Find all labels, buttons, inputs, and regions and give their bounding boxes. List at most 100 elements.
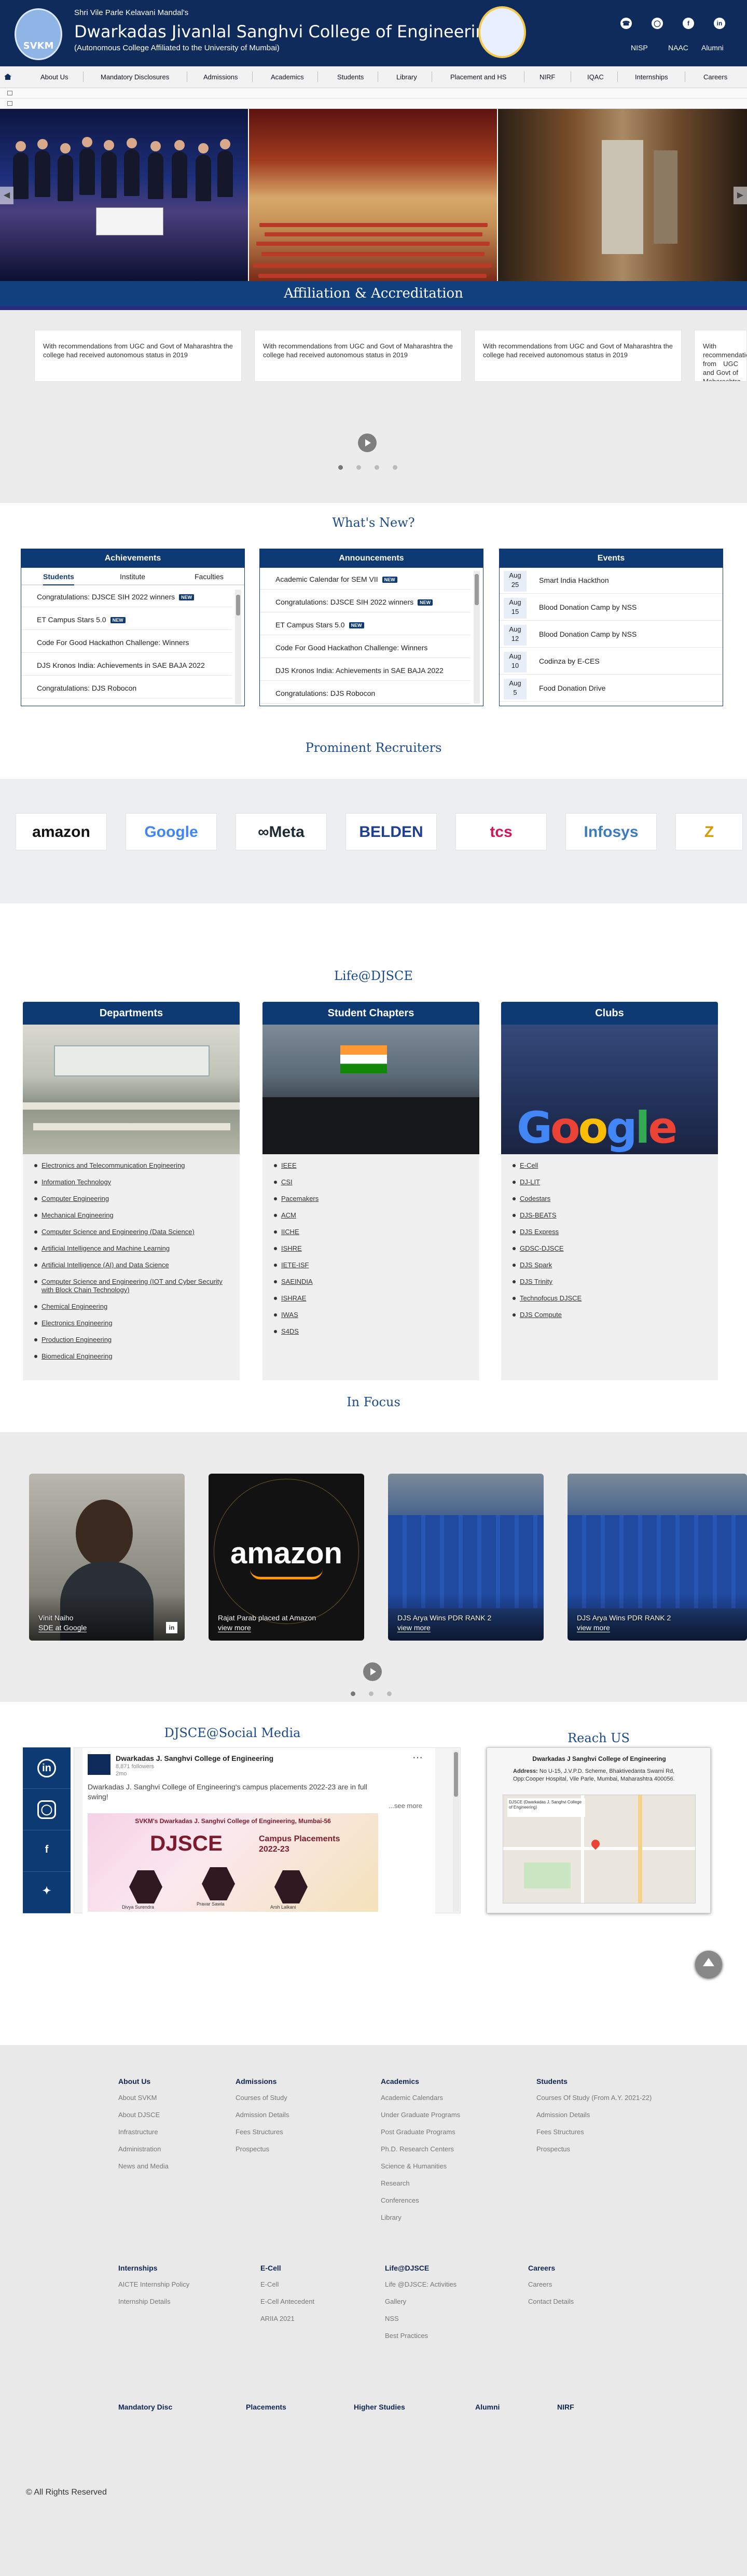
- footer-link[interactable]: Under Graduate Programs: [381, 2111, 460, 2119]
- list-item-link[interactable]: Production Engineering: [34, 1336, 232, 1352]
- carousel-dot[interactable]: [369, 1691, 374, 1696]
- news-item[interactable]: Code For Good Hackathon Challenge: Winne…: [21, 632, 232, 653]
- nav-internships[interactable]: Internships: [635, 73, 668, 81]
- list-item-link[interactable]: ISHRAE: [274, 1294, 472, 1311]
- carousel-dot[interactable]: [351, 1691, 355, 1696]
- list-item-link[interactable]: Electronics and Telecommunication Engine…: [34, 1161, 232, 1178]
- list-item-link[interactable]: Codestars: [513, 1195, 711, 1211]
- affiliation-card[interactable]: With recommendations from UGC and Govt o…: [474, 330, 682, 382]
- footer-bottom-link[interactable]: Placements: [246, 2403, 286, 2411]
- list-item-link[interactable]: IICHE: [274, 1228, 472, 1244]
- facebook-tab[interactable]: f: [23, 1830, 71, 1872]
- focus-card-subtitle[interactable]: view more: [577, 1623, 610, 1632]
- collapse-bar[interactable]: [0, 88, 747, 99]
- nav-admissions[interactable]: Admissions: [203, 73, 238, 81]
- list-item-link[interactable]: Information Technology: [34, 1178, 232, 1195]
- footer-column-title[interactable]: E-Cell: [260, 2264, 281, 2272]
- nav-careers[interactable]: Careers: [703, 73, 727, 81]
- collapse-bar[interactable]: [0, 99, 747, 109]
- collapse-toggle-icon[interactable]: [7, 91, 12, 95]
- footer-link[interactable]: Science & Humanities: [381, 2162, 447, 2170]
- footer-link[interactable]: Contact Details: [528, 2298, 574, 2305]
- list-item-link[interactable]: Technofocus DJSCE: [513, 1294, 711, 1311]
- list-item-link[interactable]: Computer Science and Engineering (Data S…: [34, 1228, 232, 1244]
- embedded-map[interactable]: DJSCE (Dwarkadas J. Sanghvi College of E…: [503, 1795, 696, 1903]
- tab-faculties[interactable]: Faculties: [195, 572, 224, 581]
- list-item-link[interactable]: DJS Trinity: [513, 1278, 711, 1294]
- instagram-icon[interactable]: ◯: [652, 18, 663, 29]
- placement-banner[interactable]: SVKM's Dwarkadas J. Sanghvi College of E…: [88, 1813, 378, 1912]
- scrollbar[interactable]: [235, 590, 241, 705]
- phone-icon[interactable]: ☎: [620, 18, 632, 29]
- news-item[interactable]: Congratulations: DJSCE SIH 2022 winners N…: [260, 592, 471, 612]
- tab-institute[interactable]: Institute: [120, 572, 145, 581]
- nav-placement[interactable]: Placement and HS: [450, 73, 506, 81]
- list-item-link[interactable]: DJS-BEATS: [513, 1211, 711, 1228]
- focus-card-subtitle[interactable]: view more: [397, 1623, 431, 1632]
- footer-link[interactable]: E-Cell: [260, 2280, 279, 2288]
- more-options-icon[interactable]: ⋯: [412, 1751, 423, 1764]
- footer-link[interactable]: Internship Details: [118, 2298, 170, 2305]
- news-item[interactable]: Academic Calendar for SEM VII NEW: [260, 569, 471, 590]
- footer-link[interactable]: Fees Structures: [536, 2128, 584, 2136]
- focus-card[interactable]: DJS Arya Wins PDR RANK 2 view more: [568, 1474, 747, 1641]
- linkedin-icon[interactable]: in: [714, 18, 725, 29]
- recruiter-logo[interactable]: amazon: [16, 813, 107, 850]
- footer-link[interactable]: AICTE Internship Policy: [118, 2280, 189, 2288]
- carousel-dot[interactable]: [393, 465, 397, 470]
- list-item-link[interactable]: Pacemakers: [274, 1195, 472, 1211]
- recruiter-logo[interactable]: Z: [675, 813, 743, 850]
- news-item[interactable]: DJS Kronos India: Achievements in SAE BA…: [260, 660, 471, 681]
- footer-link[interactable]: Courses of Study: [236, 2094, 287, 2102]
- carousel-play-button[interactable]: [363, 1662, 382, 1681]
- nav-mandatory-disclosures[interactable]: Mandatory Disclosures: [101, 73, 169, 81]
- tab-students[interactable]: Students: [43, 572, 74, 585]
- list-item-link[interactable]: DJS Spark: [513, 1261, 711, 1278]
- list-item-link[interactable]: Chemical Engineering: [34, 1303, 232, 1319]
- header-link-naac[interactable]: NAAC: [668, 44, 688, 52]
- list-item-link[interactable]: Artificial Intelligence and Machine Lear…: [34, 1244, 232, 1261]
- linkedin-icon[interactable]: in: [166, 1622, 177, 1633]
- list-item-link[interactable]: Computer Engineering: [34, 1195, 232, 1211]
- header-link-alumni[interactable]: Alumni: [701, 44, 724, 52]
- footer-link[interactable]: About DJSCE: [118, 2111, 160, 2119]
- footer-bottom-link[interactable]: Alumni: [475, 2403, 500, 2411]
- list-item-link[interactable]: Artificial Intelligence (AI) and Data Sc…: [34, 1261, 232, 1278]
- scrollbar[interactable]: [474, 571, 480, 704]
- recruiter-logo[interactable]: Infosys: [565, 813, 657, 850]
- footer-link[interactable]: Academic Calendars: [381, 2094, 443, 2102]
- footer-column-title[interactable]: About Us: [118, 2077, 150, 2085]
- list-item-link[interactable]: DJS Compute: [513, 1311, 711, 1327]
- focus-card-subtitle[interactable]: SDE at Google: [38, 1623, 87, 1632]
- list-item-link[interactable]: ACM: [274, 1211, 472, 1228]
- twitter-tab[interactable]: ✦: [23, 1872, 71, 1913]
- slider-next-arrow[interactable]: ▶: [734, 187, 747, 204]
- carousel-dot[interactable]: [387, 1691, 392, 1696]
- see-more-link[interactable]: ...see more: [389, 1802, 422, 1810]
- list-item-link[interactable]: Computer Science and Engineering (IOT an…: [34, 1278, 232, 1303]
- list-item-link[interactable]: Mechanical Engineering: [34, 1211, 232, 1228]
- list-item-link[interactable]: SAEINDIA: [274, 1278, 472, 1294]
- event-item[interactable]: Aug 15 Blood Donation Camp by NSS: [500, 596, 723, 621]
- footer-link[interactable]: Administration: [118, 2145, 161, 2153]
- scrollbar-thumb[interactable]: [236, 595, 240, 615]
- footer-link[interactable]: Ph.D. Research Centers: [381, 2145, 454, 2153]
- carousel-dot[interactable]: [356, 465, 361, 470]
- footer-link[interactable]: Research: [381, 2179, 410, 2187]
- scrollbar-thumb[interactable]: [475, 574, 479, 605]
- nav-academics[interactable]: Academics: [271, 73, 304, 81]
- footer-link[interactable]: Prospectus: [236, 2145, 269, 2153]
- news-item[interactable]: Code For Good Hackathon Challenge: Winne…: [260, 637, 471, 658]
- recruiter-logo[interactable]: tcs: [455, 813, 547, 850]
- news-item[interactable]: Congratulations: DJS Robocon: [260, 683, 471, 704]
- list-item-link[interactable]: Biomedical Engineering: [34, 1352, 232, 1369]
- hero-slider[interactable]: ◀ ▶: [0, 109, 747, 281]
- footer-bottom-link[interactable]: NIRF: [557, 2403, 574, 2411]
- event-item[interactable]: Aug 10 Codinza by E-CES: [500, 650, 723, 675]
- org-avatar[interactable]: [88, 1754, 110, 1775]
- footer-link[interactable]: About SVKM: [118, 2094, 157, 2102]
- list-item-link[interactable]: DJ-LIT: [513, 1178, 711, 1195]
- footer-link[interactable]: Library: [381, 2214, 402, 2221]
- footer-column-title[interactable]: Students: [536, 2077, 568, 2085]
- footer-column-title[interactable]: Internships: [118, 2264, 157, 2272]
